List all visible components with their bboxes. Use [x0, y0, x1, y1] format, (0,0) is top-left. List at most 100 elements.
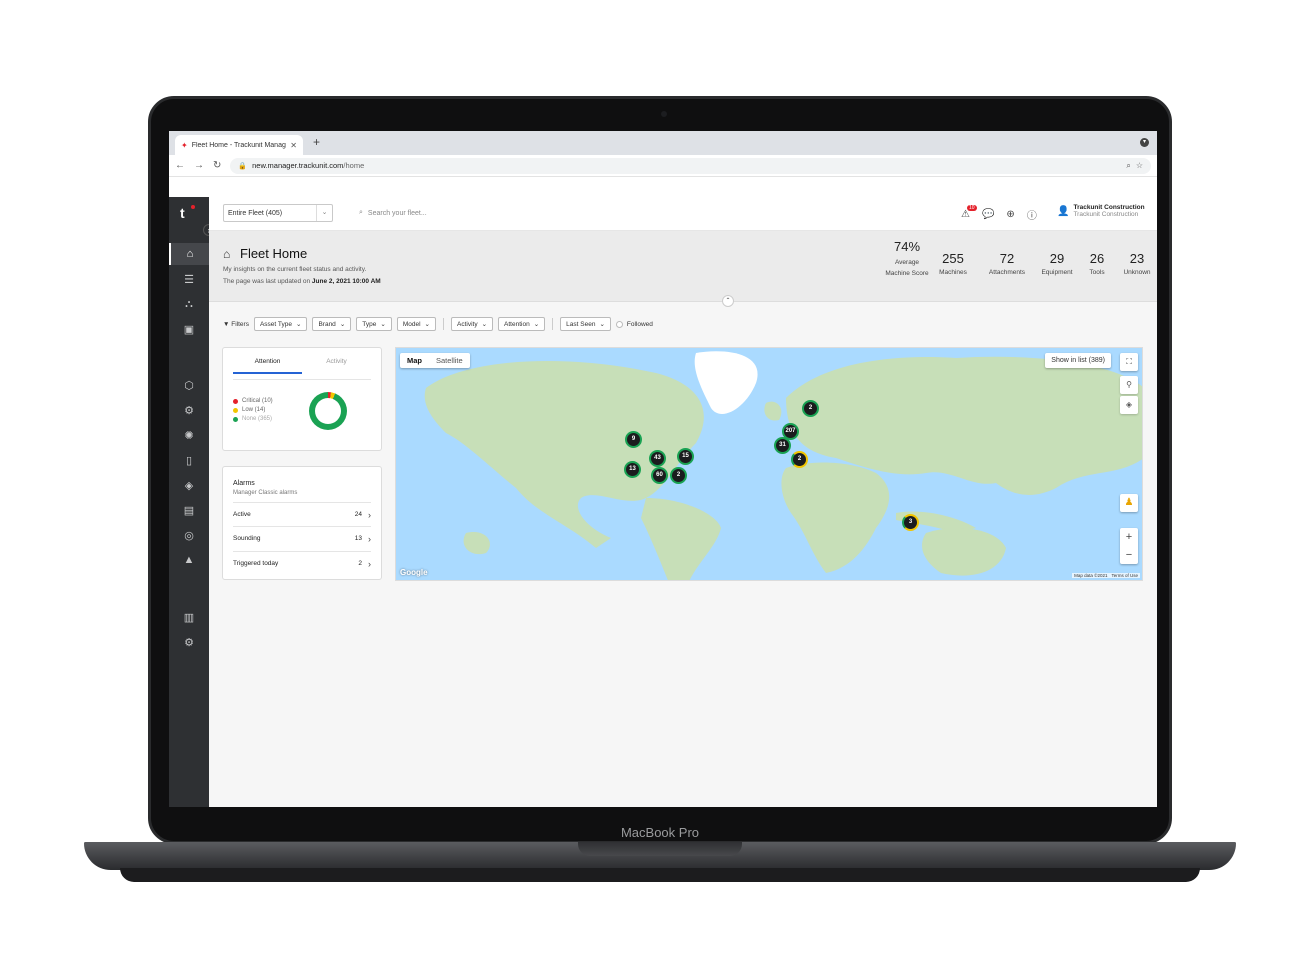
zoom-in-button[interactable]: +: [1120, 528, 1138, 546]
alarm-row-active[interactable]: Active 24 ›: [233, 502, 371, 526]
stat-unknown: 23 Unknown: [1118, 239, 1156, 279]
map-tab[interactable]: Map: [400, 353, 429, 368]
sidebar-item-sites[interactable]: ⛬: [169, 293, 209, 315]
sidebar-item-construction[interactable]: ▲: [169, 549, 209, 571]
location-pin-icon[interactable]: ⚲: [1120, 376, 1138, 394]
bug-icon: ✺: [184, 429, 194, 442]
filter-type[interactable]: Type ⌄: [356, 317, 392, 331]
sidebar-item-list[interactable]: ☰: [169, 268, 209, 290]
stat-value: 255: [942, 251, 964, 266]
new-tab-button[interactable]: +: [313, 135, 320, 149]
sidebar-item-reports[interactable]: ▣: [169, 318, 209, 340]
browser-tab[interactable]: ✦ Fleet Home - Trackunit Manag ✕: [175, 135, 303, 155]
show-in-list-button[interactable]: Show in list (389): [1045, 353, 1111, 368]
tab-attention[interactable]: Attention: [233, 358, 302, 374]
stat-machines: 255 Machines: [932, 239, 974, 279]
sidebar-item-location[interactable]: ◎: [169, 524, 209, 546]
map-cluster[interactable]: 15: [677, 448, 694, 465]
sidebar-item-bugs[interactable]: ✺: [169, 424, 209, 446]
sidebar-item-service[interactable]: ⚙: [169, 399, 209, 421]
fullscreen-icon[interactable]: ⛶: [1120, 353, 1138, 371]
search-input[interactable]: ⌕ Search your fleet...: [359, 209, 427, 217]
alarms-card: Alarms Manager Classic alarms Active 24 › …: [222, 466, 382, 580]
map-cluster[interactable]: 2: [802, 400, 819, 417]
legend-none[interactable]: None (365): [233, 416, 273, 422]
terms-link[interactable]: Terms of Use: [1111, 573, 1138, 578]
tab-title: Fleet Home - Trackunit Manag: [191, 141, 286, 149]
map-cluster[interactable]: 3: [902, 514, 919, 531]
chevron-down-icon: ⌄: [481, 321, 488, 328]
gears-icon: ⚙: [184, 636, 194, 649]
cone-icon: ▲: [183, 554, 195, 566]
legend-low[interactable]: Low (14): [233, 407, 273, 413]
chevron-down-icon: ⌄: [533, 321, 540, 328]
map-cluster[interactable]: 31: [774, 437, 791, 454]
trackunit-logo[interactable]: t: [180, 205, 185, 221]
legend-critical[interactable]: Critical (10): [233, 398, 273, 404]
alarm-row-triggered-today[interactable]: Triggered today 2 ›: [233, 551, 371, 575]
hierarchy-icon: ⛬: [185, 297, 193, 310]
alerts-button[interactable]: ⚠ 10: [961, 205, 977, 220]
filter-model[interactable]: Model ⌄: [396, 317, 436, 331]
filter-asset-type[interactable]: Asset Type ⌄: [253, 317, 308, 331]
map-cluster[interactable]: 9: [625, 431, 642, 448]
attention-donut-chart: [309, 392, 347, 430]
sidebar-item-admin[interactable]: ▥: [169, 606, 209, 628]
fleet-map[interactable]: Map Satellite Show in list (389) ⛶ ⚲ ◈ ♟…: [395, 347, 1143, 581]
filter-last-seen[interactable]: Last Seen ⌄: [560, 317, 611, 331]
layers-icon[interactable]: ◈: [1120, 396, 1138, 414]
admin-icon: ▥: [183, 611, 195, 624]
close-tab-icon[interactable]: ✕: [290, 141, 297, 150]
stat-label: Unknown: [1123, 269, 1151, 276]
bookmark-star-icon[interactable]: ☆: [1136, 161, 1143, 170]
device-brand-label: MacBook Pro: [620, 825, 700, 840]
sidebar-item-devices[interactable]: ▯: [169, 449, 209, 471]
collapse-header-button[interactable]: ⌃: [722, 295, 734, 307]
zoom-out-button[interactable]: −: [1120, 546, 1138, 564]
filter-brand[interactable]: Brand ⌄: [312, 317, 352, 331]
sidebar-item-assets[interactable]: ⬡: [169, 374, 209, 396]
world-map: [396, 348, 1142, 580]
followed-toggle[interactable]: Followed: [615, 320, 653, 328]
filter-attention[interactable]: Attention ⌄: [498, 317, 546, 331]
chat-icon[interactable]: 💬: [982, 209, 994, 220]
map-cluster[interactable]: 2: [791, 451, 808, 468]
chevron-right-icon: ›: [368, 558, 371, 569]
zoom-controls: + −: [1120, 528, 1138, 564]
followed-checkbox[interactable]: [615, 320, 623, 328]
map-cluster[interactable]: 2: [670, 467, 687, 484]
forward-icon[interactable]: →: [194, 160, 204, 171]
sidebar-item-settings[interactable]: ⚙: [169, 631, 209, 653]
map-cluster[interactable]: 13: [624, 461, 641, 478]
attention-legend: Critical (10) Low (14) None (365): [233, 398, 273, 425]
back-icon[interactable]: ←: [175, 160, 185, 171]
alarm-row-sounding[interactable]: Sounding 13 ›: [233, 526, 371, 550]
attention-tabs: Attention Activity: [233, 358, 371, 374]
laptop-lid: ✦ Fleet Home - Trackunit Manag ✕ + ▾ ← →…: [148, 96, 1172, 844]
sidebar-item-home[interactable]: ⌂: [169, 243, 209, 265]
help-icon[interactable]: ⓘ: [1027, 207, 1037, 222]
map-cluster[interactable]: 43: [649, 450, 666, 467]
alarms-title: Alarms: [233, 480, 255, 487]
chevron-down-icon: ⌄: [339, 321, 346, 328]
zoom-search-icon[interactable]: ⌕: [1126, 161, 1130, 171]
reload-icon[interactable]: ↻: [213, 160, 221, 171]
user-menu[interactable]: 👤 Trackunit Construction Trackunit Const…: [1057, 204, 1145, 218]
sidebar-item-layers[interactable]: ◈: [169, 474, 209, 496]
tab-activity[interactable]: Activity: [302, 358, 371, 374]
map-cluster[interactable]: 60: [651, 467, 668, 484]
topbar: Entire Fleet (405) ⌄ ⌕ Search your fleet…: [209, 197, 1157, 231]
fleet-select[interactable]: Entire Fleet (405) ⌄: [223, 204, 333, 222]
calendar-icon: ▤: [183, 504, 195, 517]
tab-menu-icon[interactable]: ▾: [1140, 138, 1149, 147]
divider: [442, 318, 444, 330]
last-updated-value: June 2, 2021 10:00 AM: [311, 278, 381, 285]
globe-icon[interactable]: ⊕: [1006, 209, 1014, 220]
satellite-tab[interactable]: Satellite: [429, 353, 470, 368]
report-icon: ▣: [183, 323, 195, 336]
url-input[interactable]: 🔒 new.manager.trackunit.com/home ⌕ ☆: [230, 157, 1151, 174]
search-placeholder: Search your fleet...: [367, 209, 427, 217]
street-view-pegman-icon[interactable]: ♟: [1120, 494, 1138, 512]
filter-activity[interactable]: Activity ⌄: [450, 317, 494, 331]
sidebar-item-calendar[interactable]: ▤: [169, 499, 209, 521]
